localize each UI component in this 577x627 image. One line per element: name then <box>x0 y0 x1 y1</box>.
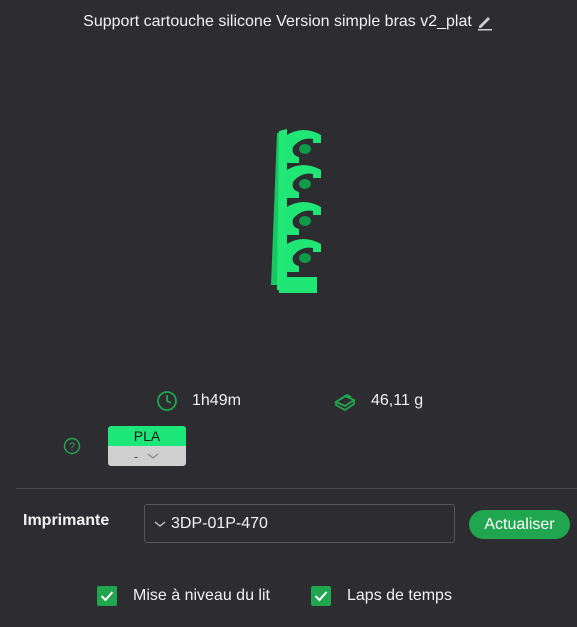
filament-slot-select[interactable]: - <box>108 446 186 466</box>
printer-select[interactable]: 3DP-01P-470 <box>144 504 455 543</box>
filament-type: PLA <box>108 426 186 446</box>
filament-spool-icon <box>334 393 356 412</box>
clock-icon <box>157 391 177 411</box>
timelapse-option[interactable]: Laps de temps <box>311 586 452 606</box>
filament-weight: 46,11 g <box>333 390 423 412</box>
checkmark-icon <box>314 591 328 602</box>
divider <box>16 488 577 489</box>
help-icon[interactable]: ? <box>63 437 81 455</box>
window-title: Support cartouche silicone Version simpl… <box>0 13 577 31</box>
bed-leveling-checkbox[interactable] <box>97 586 117 606</box>
checkmark-icon <box>100 591 114 602</box>
printer-label: Imprimante <box>23 512 110 529</box>
timelapse-checkbox[interactable] <box>311 586 331 606</box>
pencil-icon[interactable] <box>476 13 494 31</box>
filament-slot-value: - <box>133 448 139 464</box>
filament-weight-value: 46,11 g <box>371 392 424 409</box>
chevron-down-icon <box>147 453 159 459</box>
model-preview <box>271 129 321 293</box>
bed-leveling-label: Mise à niveau du lit <box>133 587 270 604</box>
refresh-button[interactable]: Actualiser <box>469 510 570 539</box>
print-time-value: 1h49m <box>192 392 241 409</box>
timelapse-label: Laps de temps <box>347 587 452 604</box>
print-time: 1h49m <box>156 390 241 412</box>
filament-slot[interactable]: PLA - <box>108 426 186 466</box>
bed-leveling-option[interactable]: Mise à niveau du lit <box>97 586 270 606</box>
chevron-down-icon <box>154 521 166 527</box>
printer-selected-value: 3DP-01P-470 <box>171 514 268 532</box>
project-name: Support cartouche silicone Version simpl… <box>83 13 472 30</box>
svg-text:?: ? <box>69 441 75 453</box>
